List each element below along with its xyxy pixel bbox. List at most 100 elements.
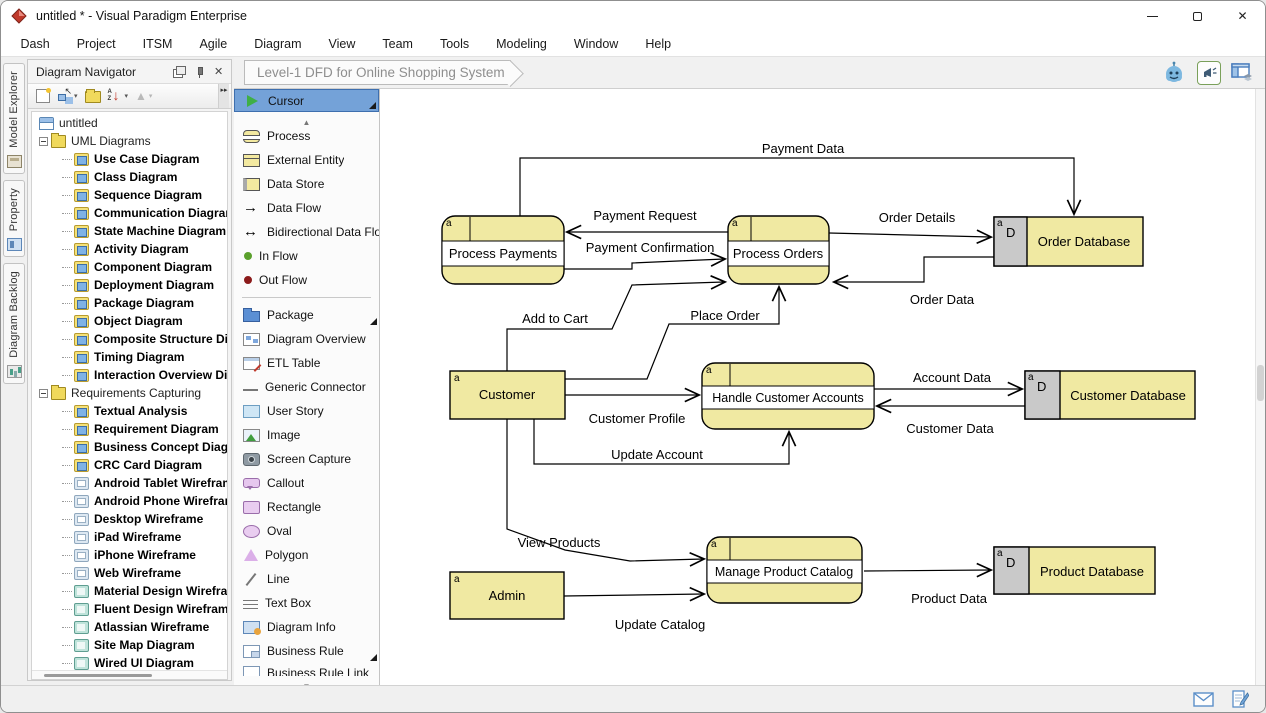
node-customer-database[interactable]: a D Customer Database [1025,371,1195,419]
sort-button[interactable]: ▾ [106,86,131,106]
side-tab-diagram-backlog[interactable]: Diagram Backlog [3,263,25,384]
menu-team[interactable]: Team [369,33,427,55]
edge-product-data[interactable] [864,570,990,571]
tree-item-iphone-wireframe[interactable]: iPhone Wireframe [32,546,227,564]
menu-itsm[interactable]: ITSM [129,33,186,55]
palette-scroll-down-icon[interactable] [234,676,379,685]
tree-item-crc-card-diagram[interactable]: CRC Card Diagram [32,456,227,474]
side-tab-model-explorer[interactable]: Model Explorer [3,63,25,174]
palette-generic-connector[interactable]: Generic Connector [234,375,379,399]
palette-polygon[interactable]: Polygon [234,543,379,567]
palette-text-box[interactable]: Text Box [234,591,379,615]
tree-item-state-machine-diagram[interactable]: State Machine Diagram [32,222,227,240]
tree-expander-icon[interactable] [39,137,48,146]
menu-dash[interactable]: Dash [7,33,63,55]
palette-screen-capture[interactable]: Screen Capture [234,447,379,471]
tree-item-android-phone-wireframe[interactable]: Android Phone Wireframe [32,492,227,510]
palette-out-flow[interactable]: Out Flow [234,268,379,292]
tree-item-requirement-diagram[interactable]: Requirement Diagram [32,420,227,438]
diagram-note-icon[interactable] [1232,690,1249,709]
toolbar-overflow-button[interactable]: ▸▸ [218,84,229,108]
edge-order-details[interactable] [829,233,990,237]
tree-item-use-case-diagram[interactable]: Use Case Diagram [32,150,227,168]
maximize-button[interactable] [1175,1,1220,31]
palette-scroll-up-icon[interactable] [234,112,379,124]
tree-item-wired-ui-diagram[interactable]: Wired UI Diagram [32,654,227,670]
palette-diagram-info[interactable]: Diagram Info [234,615,379,639]
tree-item-untitled[interactable]: untitled [32,114,227,132]
close-panel-icon[interactable] [213,66,226,78]
close-button[interactable]: ✕ [1220,1,1265,31]
tree-item-desktop-wireframe[interactable]: Desktop Wireframe [32,510,227,528]
menu-tools[interactable]: Tools [426,33,482,55]
palette-rectangle[interactable]: Rectangle [234,495,379,519]
float-panel-icon[interactable] [173,66,186,78]
tree-item-object-diagram[interactable]: Object Diagram [32,312,227,330]
palette-etl-table[interactable]: ETL Table [234,351,379,375]
node-order-database[interactable]: a D Order Database [994,217,1143,266]
menu-help[interactable]: Help [632,33,685,55]
tree-item-atlassian-wireframe[interactable]: Atlassian Wireframe [32,618,227,636]
tree-item-requirements-capturing[interactable]: Requirements Capturing [32,384,227,402]
tree-expander-icon[interactable] [39,389,48,398]
tree-item-sequence-diagram[interactable]: Sequence Diagram [32,186,227,204]
tree-item-ipad-wireframe[interactable]: iPad Wireframe [32,528,227,546]
tree-item-communication-diagram[interactable]: Communication Diagram [32,204,227,222]
ai-assistant-icon[interactable] [1161,61,1187,85]
menu-agile[interactable]: Agile [186,33,241,55]
tree-item-activity-diagram[interactable]: Activity Diagram [32,240,227,258]
palette-data-flow[interactable]: Data Flow [234,196,379,220]
tree-item-site-map-diagram[interactable]: Site Map Diagram [32,636,227,654]
edge-order-data[interactable] [835,257,994,282]
new-diagram-button[interactable] [34,86,52,106]
canvas-scrollbar-thumb[interactable] [1257,365,1264,401]
announcement-button[interactable] [1197,61,1221,85]
tree-item-timing-diagram[interactable]: Timing Diagram [32,348,227,366]
tree-item-web-wireframe[interactable]: Web Wireframe [32,564,227,582]
tree-item-fluent-design-wireframe[interactable]: Fluent Design Wireframe [32,600,227,618]
node-admin[interactable]: a Admin [450,572,564,619]
breadcrumb[interactable]: Level-1 DFD for Online Shopping System [244,60,511,85]
menu-project[interactable]: Project [63,33,129,55]
panel-layout-icon[interactable] [1231,63,1253,83]
palette-cursor[interactable]: Cursor [234,89,379,112]
tree-horizontal-scrollbar[interactable] [32,670,227,679]
palette-oval[interactable]: Oval [234,519,379,543]
palette-diagram-overview[interactable]: Diagram Overview [234,327,379,351]
node-process-orders[interactable]: a Process Orders [728,216,829,284]
mail-icon[interactable] [1193,692,1214,707]
palette-user-story[interactable]: User Story [234,399,379,423]
edge-add-to-cart[interactable] [507,282,724,371]
tree-item-business-concept-diagram[interactable]: Business Concept Diagram [32,438,227,456]
open-folder-button[interactable] [83,86,103,106]
node-handle-customer-accounts[interactable]: a Handle Customer Accounts [702,363,874,429]
palette-package[interactable]: Package [234,303,379,327]
tree-item-interaction-overview-diagram[interactable]: Interaction Overview Diagram [32,366,227,384]
palette-callout[interactable]: Callout [234,471,379,495]
tree-item-composite-structure-diagram[interactable]: Composite Structure Diagram [32,330,227,348]
menu-window[interactable]: Window [560,33,631,55]
tree-item-package-diagram[interactable]: Package Diagram [32,294,227,312]
tree-item-textual-analysis[interactable]: Textual Analysis [32,402,227,420]
side-tab-property[interactable]: Property [3,180,25,257]
menu-diagram[interactable]: Diagram [241,33,315,55]
tree-item-android-tablet-wireframe[interactable]: Android Tablet Wireframe [32,474,227,492]
palette-in-flow[interactable]: In Flow [234,244,379,268]
node-product-database[interactable]: a D Product Database [994,547,1155,594]
minimize-button[interactable] [1130,1,1175,31]
model-structure-button[interactable]: ▾ [55,86,80,106]
tree-item-component-diagram[interactable]: Component Diagram [32,258,227,276]
canvas-vertical-scrollbar[interactable] [1255,89,1265,685]
tree-item-deployment-diagram[interactable]: Deployment Diagram [32,276,227,294]
navigate-up-button[interactable]: ▲▾ [133,86,154,106]
edge-payment-confirmation[interactable] [564,259,724,269]
tree-item-material-design-wireframe[interactable]: Material Design Wireframe [32,582,227,600]
palette-data-store[interactable]: Data Store [234,172,379,196]
node-manage-product-catalog[interactable]: a Manage Product Catalog [707,537,862,603]
palette-business-rule[interactable]: Business Rule [234,639,379,663]
palette-line[interactable]: Line [234,567,379,591]
palette-external-entity[interactable]: External Entity [234,148,379,172]
tree-item-class-diagram[interactable]: Class Diagram [32,168,227,186]
diagram-canvas[interactable]: Payment Data Payment Request Payment Con… [380,89,1265,685]
pin-panel-icon[interactable] [193,66,206,78]
